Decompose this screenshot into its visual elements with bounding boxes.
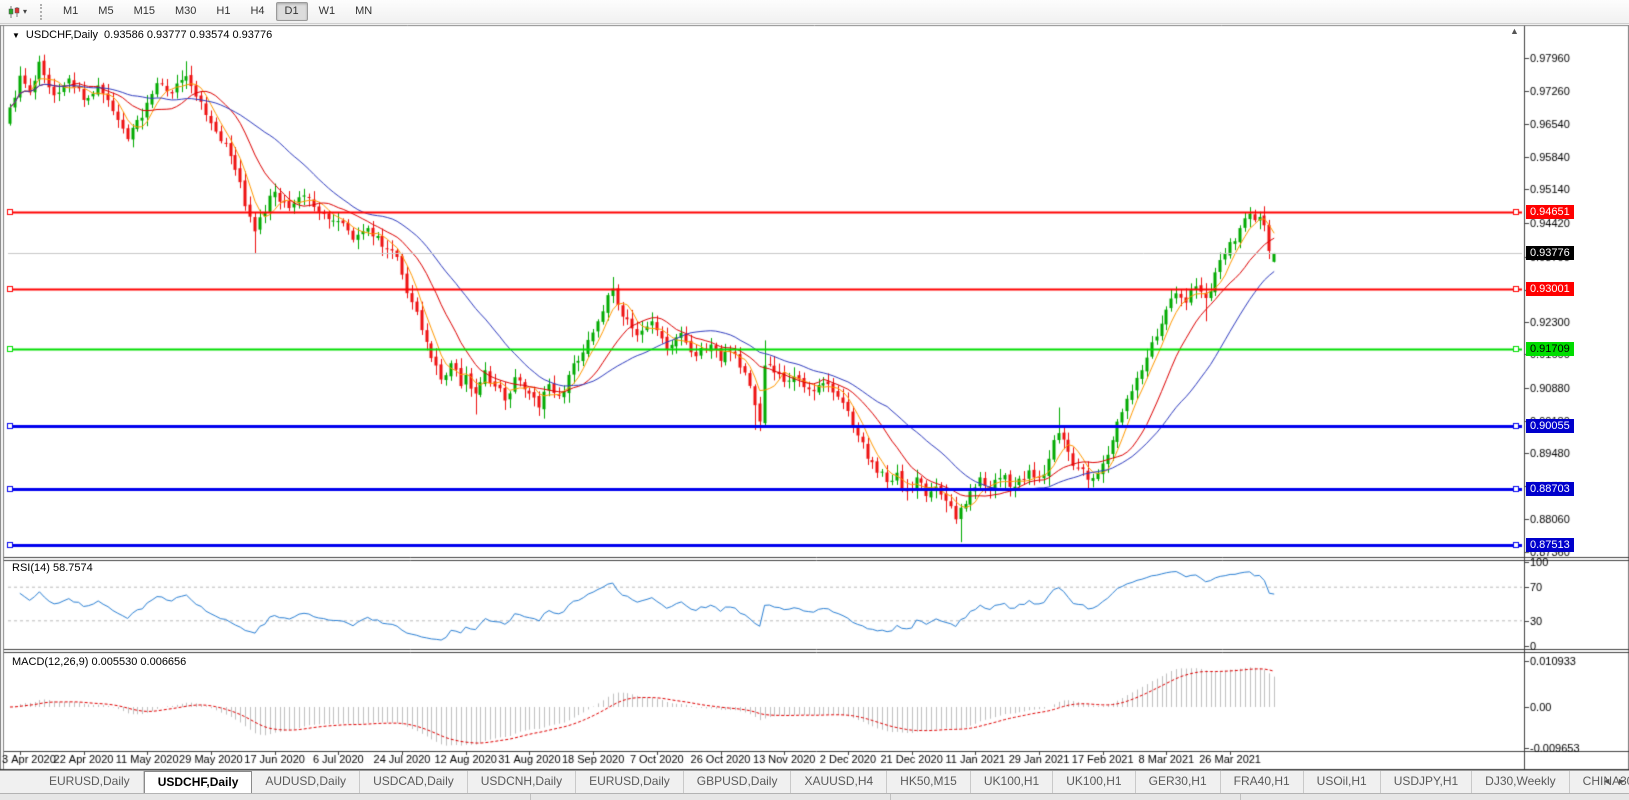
tab-usdchf-daily[interactable]: USDCHF,Daily: [144, 771, 253, 793]
toolbar-grip: [40, 4, 46, 20]
tab-ger30-h1[interactable]: GER30,H1: [1136, 771, 1221, 793]
price-badge-0.91709: 0.91709: [1526, 342, 1574, 356]
timeframe-toolbar: ▾ M1 M5 M15 M30 H1 H4 D1 W1 MN: [0, 0, 1629, 24]
price-badge-0.94651: 0.94651: [1526, 205, 1574, 219]
status-bar: [0, 793, 1629, 800]
tab-usdjpy-h1[interactable]: USDJPY,H1: [1381, 771, 1472, 793]
tab-uk100-h1[interactable]: UK100,H1: [1053, 771, 1135, 793]
trading-platform-window: { "toolbar": { "chart_type_icon": "candl…: [0, 0, 1629, 800]
symbol-period-label: USDCHF,Daily: [26, 29, 98, 41]
tf-button-d1[interactable]: D1: [276, 2, 308, 21]
tab-dj30-weekly[interactable]: DJ30,Weekly: [1472, 771, 1569, 793]
price-badge-0.88703: 0.88703: [1526, 482, 1574, 496]
tf-button-h1[interactable]: H1: [207, 2, 239, 21]
chart-type-button[interactable]: ▾: [4, 3, 30, 21]
tab-xauusd-h4[interactable]: XAUUSD,H4: [791, 771, 887, 793]
macd-indicator-label: MACD(12,26,9) 0.005530 0.006656: [12, 656, 186, 668]
tf-button-m5[interactable]: M5: [89, 2, 122, 21]
tf-button-m15[interactable]: M15: [125, 2, 164, 21]
tab-scroll-left-icon[interactable]: ◄: [1602, 776, 1611, 786]
tf-button-h4[interactable]: H4: [241, 2, 273, 21]
ohlc-values: 0.93586 0.93777 0.93574 0.93776: [104, 29, 272, 41]
tf-button-m30[interactable]: M30: [166, 2, 205, 21]
chart-shift-marker-icon[interactable]: ▲: [1510, 26, 1519, 36]
tab-usdcnh-daily[interactable]: USDCNH,Daily: [468, 771, 576, 793]
price-badge-0.93776: 0.93776: [1526, 246, 1574, 260]
tf-button-mn[interactable]: MN: [346, 2, 381, 21]
rsi-indicator-label: RSI(14) 58.7574: [12, 562, 93, 574]
tab-eurusd-daily[interactable]: EURUSD,Daily: [36, 771, 144, 793]
symbol-tab-bar: EURUSD,DailyUSDCHF,DailyAUDUSD,DailyUSDC…: [0, 770, 1629, 793]
tab-scroll-right-icon[interactable]: ►: [1617, 776, 1626, 786]
price-badge-0.90055: 0.90055: [1526, 419, 1574, 433]
tab-usdcad-daily[interactable]: USDCAD,Daily: [360, 771, 468, 793]
tab-uk100-h1[interactable]: UK100,H1: [971, 771, 1053, 793]
tab-hk50-m15[interactable]: HK50,M15: [887, 771, 971, 793]
tab-usoil-h1[interactable]: USOil,H1: [1304, 771, 1381, 793]
tab-gbpusd-daily[interactable]: GBPUSD,Daily: [684, 771, 792, 793]
tab-eurusd-daily[interactable]: EURUSD,Daily: [576, 771, 684, 793]
candlestick-chart-icon: [7, 5, 21, 19]
tab-audusd-daily[interactable]: AUDUSD,Daily: [252, 771, 360, 793]
price-badge-0.87513: 0.87513: [1526, 538, 1574, 552]
collapse-icon[interactable]: ▼: [12, 30, 20, 41]
tf-button-m1[interactable]: M1: [54, 2, 87, 21]
price-chart-canvas[interactable]: [0, 0, 1629, 800]
tf-button-w1[interactable]: W1: [310, 2, 345, 21]
price-badge-0.93001: 0.93001: [1526, 282, 1574, 296]
chart-title: ▼ USDCHF,Daily 0.93586 0.93777 0.93574 0…: [12, 29, 272, 41]
tab-fra40-h1[interactable]: FRA40,H1: [1221, 771, 1304, 793]
chevron-down-icon: ▾: [23, 7, 27, 16]
